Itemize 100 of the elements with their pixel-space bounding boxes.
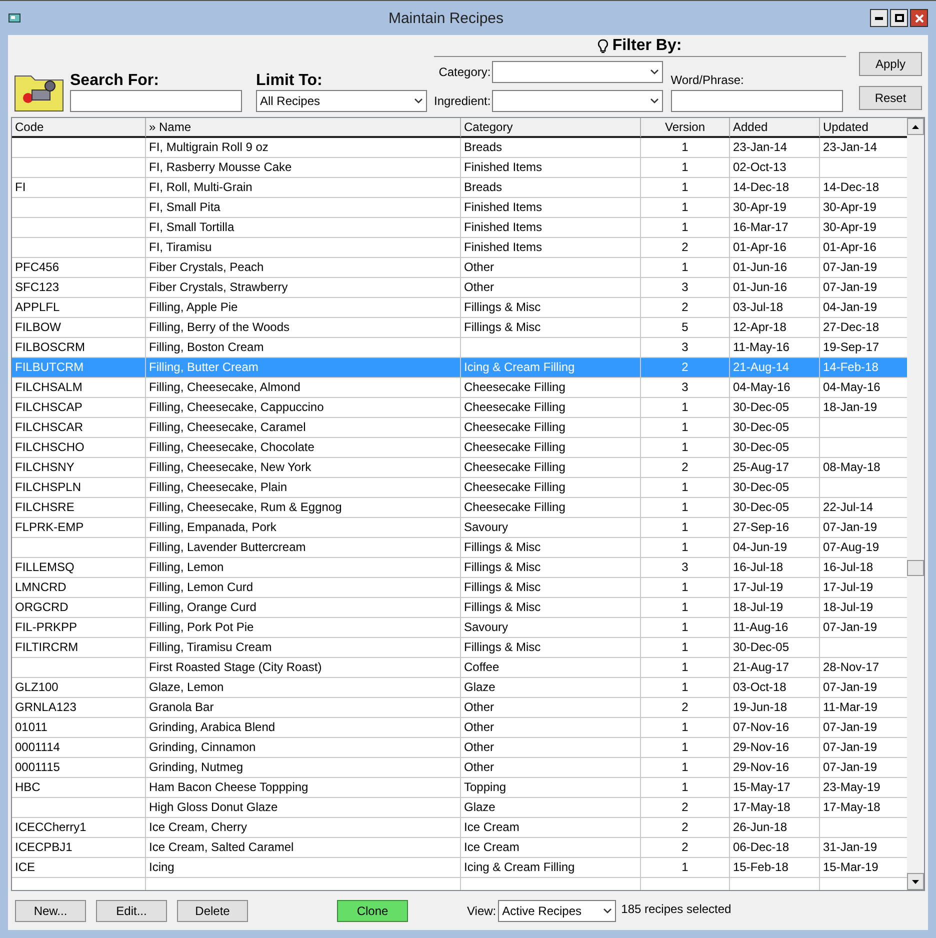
close-button[interactable] [910, 9, 928, 27]
table-row[interactable]: FILCHSPLN Filling, Cheesecake, Plain Cheesecake Filling 1 30-Dec-05 [12, 478, 907, 498]
table-row[interactable]: FI, Rasberry Mousse Cake Finished Items 1 02-Oct-13 [12, 158, 907, 178]
table-cell: 15-May-17 [733, 780, 790, 794]
table-row[interactable]: ICECCherry1 Ice Cream, Cherry Ice Cream 2 26-Jun-18 [12, 818, 907, 838]
table-cell: Breads [464, 180, 502, 194]
table-cell: Finished Items [464, 220, 542, 234]
scroll-down-button[interactable] [907, 873, 924, 890]
table-row[interactable]: FILCHSALM Filling, Cheesecake, Almond Cheesecake Filling 3 04-May-16 04-May-16 [12, 378, 907, 398]
table-cell: Filling, Orange Curd [149, 600, 256, 614]
table-row[interactable]: FILCHSNY Filling, Cheesecake, New York Cheesecake Filling 2 25-Aug-17 08-May-18 [12, 458, 907, 478]
table-cell: Breads [464, 140, 502, 154]
table-cell: Filling, Apple Pie [149, 300, 238, 314]
limit-dropdown[interactable]: All Recipes [256, 90, 427, 112]
table-row[interactable]: FI FI, Roll, Multi-Grain Breads 1 14-Dec-18 14-Dec-18 [12, 178, 907, 198]
table-cell: 04-Jan-19 [823, 300, 878, 314]
filter-button[interactable]: Reset [859, 86, 922, 110]
table-row[interactable]: FI, Multigrain Roll 9 oz Breads 1 23-Jan-14 23-Jan-14 [12, 138, 907, 158]
action-button[interactable]: Delete [177, 900, 248, 922]
category-dropdown[interactable] [492, 61, 663, 83]
column-header[interactable]: Version [641, 118, 730, 138]
scrollbar-thumb[interactable] [907, 560, 924, 576]
table-cell: Grinding, Arabica Blend [149, 720, 276, 734]
table-cell: Filling, Lavender Buttercream [149, 540, 306, 554]
table-cell: Ice Cream, Cherry [149, 820, 248, 834]
table-cell: FI, Rasberry Mousse Cake [149, 160, 292, 174]
column-header[interactable]: Category [461, 118, 641, 138]
window-title: Maintain Recipes [387, 10, 505, 26]
table-row[interactable]: FI, Small Tortilla Finished Items 1 16-Mar-17 30-Apr-19 [12, 218, 907, 238]
table-row[interactable]: FILCHSCAR Filling, Cheesecake, Caramel Cheesecake Filling 1 30-Dec-05 [12, 418, 907, 438]
table-cell: 01-Jun-16 [733, 280, 788, 294]
column-header[interactable]: Added [730, 118, 820, 138]
table-row[interactable]: FILCHSCHO Filling, Cheesecake, Chocolate Cheesecake Filling 1 30-Dec-05 [12, 438, 907, 458]
table-row[interactable]: Filling, Lavender Buttercream Fillings & Misc 1 04-Jun-19 07-Aug-19 [12, 538, 907, 558]
table-cell: 11-Mar-19 [823, 700, 878, 714]
table-row[interactable]: FILCHSRE Filling, Cheesecake, Rum & Eggnog Cheesecake Filling 1 30-Dec-05 22-Jul-14 [12, 498, 907, 518]
table-row[interactable]: FLPRK-EMP Filling, Empanada, Pork Savoury 1 27-Sep-16 07-Jan-19 [12, 518, 907, 538]
table-cell: 07-Jan-19 [823, 680, 878, 694]
table-row[interactable]: First Roasted Stage (City Roast) Coffee 1 21-Aug-17 28-Nov-17 [12, 658, 907, 678]
table-row[interactable]: FILBOW Filling, Berry of the Woods Fillings & Misc 5 12-Apr-18 27-Dec-18 [12, 318, 907, 338]
table-row[interactable]: FI, Tiramisu Finished Items 2 01-Apr-16 01-Apr-16 [12, 238, 907, 258]
table-cell: 29-Nov-16 [733, 740, 790, 754]
table-row[interactable]: APPLFL Filling, Apple Pie Fillings & Misc 2 03-Jul-18 04-Jan-19 [12, 298, 907, 318]
scroll-up-button[interactable] [907, 118, 924, 135]
clone-button[interactable]: Clone [337, 900, 408, 922]
filter-button[interactable]: Apply [859, 52, 922, 76]
search-field[interactable] [70, 90, 242, 112]
table-cell: 17-Jul-19 [823, 580, 874, 594]
table-row[interactable]: High Gloss Donut Glaze Glaze 2 17-May-18 17-May-18 [12, 798, 907, 818]
table-row[interactable]: FILCHSCAP Filling, Cheesecake, Cappuccino Cheesecake Filling 1 30-Dec-05 18-Jan-19 [12, 398, 907, 418]
table-cell: Topping [464, 780, 506, 794]
table-cell: FILBOW [15, 320, 62, 334]
maximize-icon [894, 14, 904, 22]
dropdown-caret-icon [650, 98, 659, 104]
table-row[interactable]: ICE Icing Icing & Cream Filling 1 15-Feb-18 15-Mar-19 [12, 858, 907, 878]
table-cell: 07-Jan-19 [823, 520, 878, 534]
table-cell: 1 [682, 220, 688, 234]
table-cell: FI, Small Pita [149, 200, 220, 214]
table-row[interactable]: GRNLA123 Granola Bar Other 2 19-Jun-18 11-Mar-19 [12, 698, 907, 718]
table-cell: 01-Apr-16 [823, 240, 876, 254]
table-row[interactable]: ORGCRD Filling, Orange Curd Fillings & Misc 1 18-Jul-19 18-Jul-19 [12, 598, 907, 618]
table-cell: Finished Items [464, 240, 542, 254]
maximize-button[interactable] [890, 9, 908, 27]
table-row[interactable]: FIL-PRKPP Filling, Pork Pot Pie Savoury 1 11-Aug-16 07-Jan-19 [12, 618, 907, 638]
table-cell: 17-May-18 [823, 800, 880, 814]
table-row[interactable]: 01011 Grinding, Arabica Blend Other 1 07-Nov-16 07-Jan-19 [12, 718, 907, 738]
table-row[interactable]: HBC Ham Bacon Cheese Toppping Topping 1 15-May-17 23-May-19 [12, 778, 907, 798]
table-cell: 30-Dec-05 [733, 640, 790, 654]
action-button[interactable]: New... [15, 900, 86, 922]
table-row[interactable]: LMNCRD Filling, Lemon Curd Fillings & Misc 1 17-Jul-19 17-Jul-19 [12, 578, 907, 598]
view-dropdown[interactable]: Active Recipes [498, 900, 616, 922]
table-cell: 3 [682, 380, 688, 394]
table-row[interactable]: FILTIRCRM Filling, Tiramisu Cream Fillings & Misc 1 30-Dec-05 [12, 638, 907, 658]
table-row[interactable]: 0001114 Grinding, Cinnamon Other 1 29-Nov-16 07-Jan-19 [12, 738, 907, 758]
table-cell: 18-Jan-19 [823, 400, 878, 414]
table-row[interactable]: SFC123 Fiber Crystals, Strawberry Other 3 01-Jun-16 07-Jan-19 [12, 278, 907, 298]
ingredient-dropdown[interactable] [492, 90, 663, 112]
table-row[interactable]: FI, Small Pita Finished Items 1 30-Apr-19 30-Apr-19 [12, 198, 907, 218]
table-row[interactable]: PFC456 Fiber Crystals, Peach Other 1 01-Jun-16 07-Jan-19 [12, 258, 907, 278]
table-cell: Other [464, 740, 494, 754]
table-row[interactable]: GLZ100 Glaze, Lemon Glaze 1 03-Oct-18 07-Jan-19 [12, 678, 907, 698]
minimize-button[interactable] [870, 9, 888, 27]
table-row[interactable]: ICECPBJ1 Ice Cream, Salted Caramel Ice Cream 2 06-Dec-18 31-Jan-19 [12, 838, 907, 858]
search-label: Search For: [70, 72, 160, 90]
table-cell: 16-Mar-17 [733, 220, 788, 234]
column-header[interactable]: Updated [820, 118, 907, 138]
table-row[interactable]: FILLEMSQ Filling, Lemon Fillings & Misc 3 16-Jul-18 16-Jul-18 [12, 558, 907, 578]
column-header[interactable]: Code [12, 118, 146, 138]
table-row[interactable]: 0001115 Grinding, Nutmeg Other 1 29-Nov-16 07-Jan-19 [12, 758, 907, 778]
action-button[interactable]: Edit... [96, 900, 167, 922]
table-cell: Finished Items [464, 200, 542, 214]
table-cell: 03-Jul-18 [733, 300, 784, 314]
table-cell: 23-May-19 [823, 780, 880, 794]
table-cell: 1 [682, 160, 688, 174]
table-cell: 26-Jun-18 [733, 820, 788, 834]
word-phrase-field[interactable] [670, 90, 843, 112]
column-header[interactable]: » Name [146, 118, 461, 138]
table-cell: LMNCRD [15, 580, 66, 594]
table-cell: 29-Nov-16 [733, 760, 790, 774]
table-row[interactable]: FILBOSCRM Filling, Boston Cream 3 11-May-16 19-Sep-17 [12, 338, 907, 358]
